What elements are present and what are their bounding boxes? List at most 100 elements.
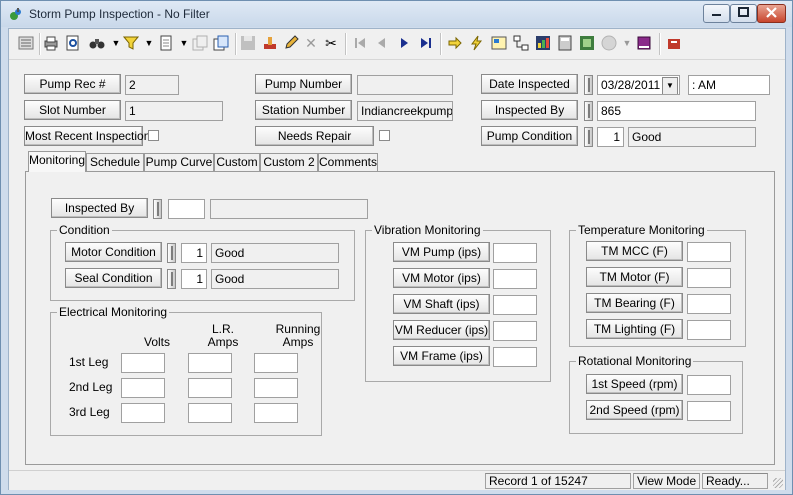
station-number-button[interactable]: Station Number: [255, 100, 352, 120]
most-recent-inspection-checkbox[interactable]: [148, 130, 159, 141]
filter-icon[interactable]: [122, 34, 140, 52]
inspected-by-handle[interactable]: [584, 101, 593, 121]
motor-condition-button[interactable]: Motor Condition: [65, 242, 162, 262]
vm-reducer-button[interactable]: VM Reducer (ips): [393, 320, 490, 340]
inspected-by-button[interactable]: Inspected By: [481, 100, 578, 120]
lightning-icon[interactable]: [468, 34, 486, 52]
pump-condition-button[interactable]: Pump Condition: [481, 126, 578, 146]
tree-icon[interactable]: [512, 34, 530, 52]
leg-1-volts-field[interactable]: [121, 353, 165, 373]
station-number-field[interactable]: Indiancreekpump1: [357, 101, 453, 121]
first-speed-field[interactable]: [687, 375, 731, 395]
date-inspected-handle[interactable]: [584, 75, 593, 95]
pump-condition-text-field[interactable]: Good: [628, 127, 756, 147]
tab-custom[interactable]: Custom: [214, 153, 260, 171]
binoculars-icon[interactable]: [88, 34, 106, 52]
exit-icon[interactable]: [665, 34, 683, 52]
monitoring-inspected-by-handle[interactable]: [153, 199, 162, 219]
most-recent-inspection-button[interactable]: Most Recent Inspection: [24, 126, 150, 146]
time-field[interactable]: : AM: [688, 75, 770, 95]
pump-rec-field[interactable]: 2: [125, 75, 179, 95]
maximize-button[interactable]: [730, 4, 757, 23]
monitoring-inspected-by-button[interactable]: Inspected By: [51, 198, 148, 218]
seal-condition-button[interactable]: Seal Condition: [65, 268, 162, 288]
arrow-right-icon[interactable]: [446, 34, 464, 52]
chart-icon[interactable]: [534, 34, 552, 52]
leg-3-running-amps-field[interactable]: [254, 403, 298, 423]
copy-record-icon[interactable]: [191, 34, 209, 52]
pump-condition-handle[interactable]: [584, 127, 593, 147]
cut-icon[interactable]: ✂: [322, 34, 340, 52]
pump-condition-code-field[interactable]: 1: [597, 127, 624, 147]
vm-pump-button[interactable]: VM Pump (ips): [393, 242, 490, 262]
slot-number-button[interactable]: Slot Number: [24, 100, 121, 120]
second-speed-field[interactable]: [687, 401, 731, 421]
leg-2-volts-field[interactable]: [121, 378, 165, 398]
inspected-by-field[interactable]: 865: [597, 101, 756, 121]
book-icon[interactable]: [635, 34, 653, 52]
date-inspected-button[interactable]: Date Inspected: [481, 74, 578, 94]
seal-condition-text[interactable]: Good: [211, 269, 339, 289]
minimize-button[interactable]: [703, 4, 730, 23]
chevron-down-icon[interactable]: ▼: [662, 77, 678, 94]
vm-frame-button[interactable]: VM Frame (ips): [393, 346, 490, 366]
calculator-icon[interactable]: [556, 34, 574, 52]
new-record-icon[interactable]: [157, 34, 175, 52]
list-icon[interactable]: [17, 34, 35, 52]
edit-pencil-icon[interactable]: [282, 34, 300, 52]
vm-shaft-button[interactable]: VM Shaft (ips): [393, 294, 490, 314]
monitoring-inspected-by-code[interactable]: [168, 199, 205, 219]
second-speed-button[interactable]: 2nd Speed (rpm): [586, 400, 683, 420]
last-record-icon[interactable]: [417, 34, 435, 52]
leg-1-lr-amps-field[interactable]: [188, 353, 232, 373]
seal-condition-handle[interactable]: [167, 269, 176, 289]
print-icon[interactable]: [42, 34, 60, 52]
motor-condition-code[interactable]: 1: [181, 243, 207, 263]
delete-icon[interactable]: ✕: [302, 34, 320, 52]
leg-3-volts-field[interactable]: [121, 403, 165, 423]
motor-condition-text[interactable]: Good: [211, 243, 339, 263]
vm-frame-field[interactable]: [493, 347, 537, 367]
globe-icon[interactable]: [600, 34, 618, 52]
resize-grip[interactable]: [773, 478, 783, 488]
tm-mcc-button[interactable]: TM MCC (F): [586, 241, 683, 261]
leg-2-running-amps-field[interactable]: [254, 378, 298, 398]
report-icon[interactable]: [490, 34, 508, 52]
close-button[interactable]: [757, 4, 786, 23]
globe-dropdown-icon[interactable]: ▼: [618, 34, 636, 52]
tab-schedule[interactable]: Schedule: [86, 153, 144, 171]
leg-2-lr-amps-field[interactable]: [188, 378, 232, 398]
vm-motor-field[interactable]: [493, 269, 537, 289]
needs-repair-checkbox[interactable]: [379, 130, 390, 141]
filter-dropdown-icon[interactable]: ▼: [140, 34, 158, 52]
previous-record-icon[interactable]: [373, 34, 391, 52]
pump-rec-button[interactable]: Pump Rec #: [24, 74, 121, 94]
next-record-icon[interactable]: [395, 34, 413, 52]
first-record-icon[interactable]: [351, 34, 369, 52]
first-speed-button[interactable]: 1st Speed (rpm): [586, 374, 683, 394]
tm-mcc-field[interactable]: [687, 242, 731, 262]
vm-reducer-field[interactable]: [493, 321, 537, 341]
tm-motor-button[interactable]: TM Motor (F): [586, 267, 683, 287]
pump-number-button[interactable]: Pump Number: [255, 74, 352, 94]
stamp-icon[interactable]: [261, 34, 279, 52]
slot-number-field[interactable]: 1: [125, 101, 223, 121]
tab-custom-2[interactable]: Custom 2: [260, 153, 318, 171]
tm-motor-field[interactable]: [687, 268, 731, 288]
motor-condition-handle[interactable]: [167, 243, 176, 263]
needs-repair-button[interactable]: Needs Repair: [255, 126, 374, 146]
vm-pump-field[interactable]: [493, 243, 537, 263]
tm-lighting-field[interactable]: [687, 320, 731, 340]
seal-condition-code[interactable]: 1: [181, 269, 207, 289]
tm-bearing-field[interactable]: [687, 294, 731, 314]
duplicate-icon[interactable]: [212, 34, 230, 52]
map-icon[interactable]: [578, 34, 596, 52]
tab-monitoring[interactable]: Monitoring: [28, 151, 86, 172]
print-preview-icon[interactable]: [64, 34, 82, 52]
tm-lighting-button[interactable]: TM Lighting (F): [586, 319, 683, 339]
leg-1-running-amps-field[interactable]: [254, 353, 298, 373]
tab-pump-curve[interactable]: Pump Curve: [144, 153, 214, 171]
tm-bearing-button[interactable]: TM Bearing (F): [586, 293, 683, 313]
vm-shaft-field[interactable]: [493, 295, 537, 315]
save-icon[interactable]: [239, 34, 257, 52]
